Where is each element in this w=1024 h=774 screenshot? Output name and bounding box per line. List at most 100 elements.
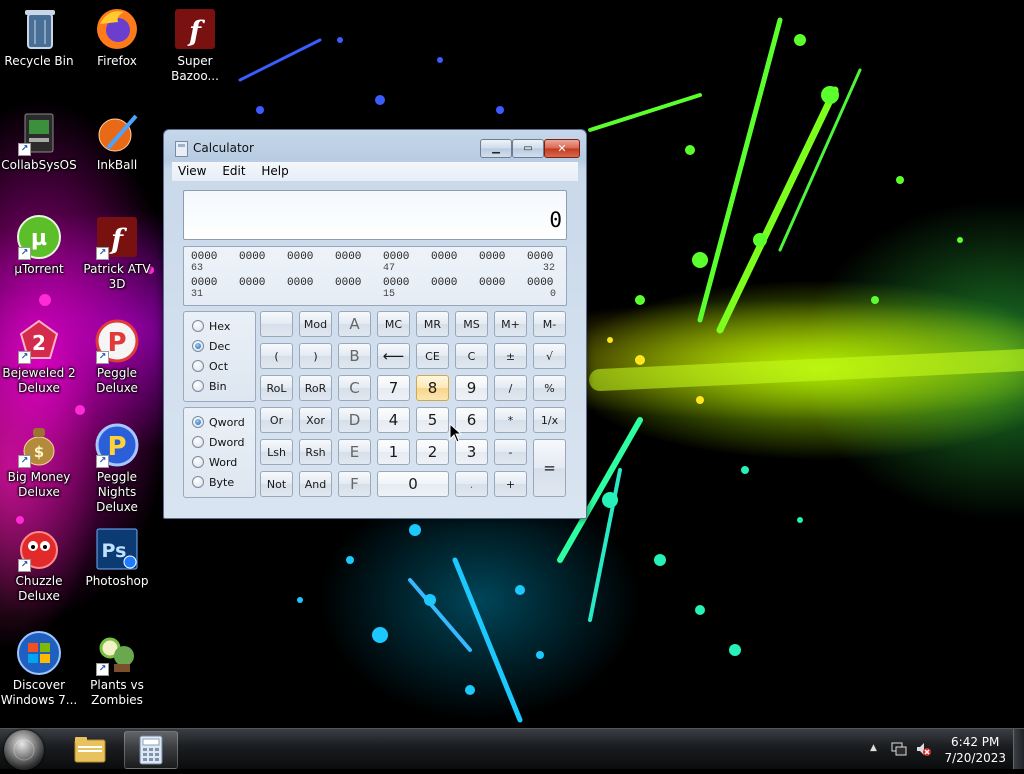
desktop-icon-chuzzle[interactable]: ↗ Chuzzle Deluxe	[0, 526, 78, 604]
bit-group[interactable]: 0000	[239, 251, 279, 263]
maximize-button[interactable]: ▭	[512, 139, 544, 158]
bit-group[interactable]: 0000	[527, 277, 567, 289]
bit-group[interactable]: 0000	[191, 251, 231, 263]
system-clock[interactable]: 6:42 PM 7/20/2023	[944, 734, 1006, 766]
decimal-key[interactable]: .	[455, 471, 488, 497]
reciprocal-key[interactable]: 1/x	[533, 407, 566, 433]
close-button[interactable]: ✕	[544, 139, 580, 158]
bit-group[interactable]: 0000	[431, 277, 471, 289]
left-paren-key[interactable]: (	[260, 343, 293, 369]
hex-e-key[interactable]: E	[338, 439, 371, 465]
radio-byte[interactable]: Byte	[192, 474, 234, 490]
desktop-icon-plants-vs-zombies[interactable]: ↗ Plants vs Zombies	[78, 630, 156, 708]
mod-key[interactable]: Mod	[299, 311, 332, 337]
bit-row-low: 0000 0000 0000 0000 0000 0000 0000 0000	[191, 277, 557, 289]
and-key[interactable]: And	[299, 471, 332, 497]
digit-9-key[interactable]: 9	[455, 375, 488, 401]
backspace-key[interactable]: ⟵	[377, 343, 410, 369]
right-shift-key[interactable]: Rsh	[299, 439, 332, 465]
add-key[interactable]: +	[494, 471, 527, 497]
desktop-icon-peggle[interactable]: P ↗ Peggle Deluxe	[78, 318, 156, 396]
desktop-icon-firefox[interactable]: Firefox	[78, 6, 156, 69]
desktop-icon-collabsysos[interactable]: ↗ CollabSysOS	[0, 110, 78, 173]
taskbar-calculator-button[interactable]	[124, 731, 178, 769]
divide-key[interactable]: /	[494, 375, 527, 401]
hex-a-key[interactable]: A	[338, 311, 371, 337]
or-key[interactable]: Or	[260, 407, 293, 433]
bit-group[interactable]: 0000	[239, 277, 279, 289]
memory-recall-key[interactable]: MR	[416, 311, 449, 337]
bit-group[interactable]: 0000	[287, 251, 327, 263]
desktop-icon-discover-windows[interactable]: Discover Windows 7...	[0, 630, 78, 708]
start-button[interactable]	[4, 730, 44, 770]
left-shift-key[interactable]: Lsh	[260, 439, 293, 465]
show-desktop-button[interactable]	[1013, 729, 1024, 769]
multiply-key[interactable]: *	[494, 407, 527, 433]
bit-group[interactable]: 0000	[527, 251, 567, 263]
digit-2-key[interactable]: 2	[416, 439, 449, 465]
bit-group[interactable]: 0000	[383, 277, 423, 289]
hex-f-key[interactable]: F	[338, 471, 371, 497]
desktop-icon-inkball[interactable]: InkBall	[78, 110, 156, 173]
rotate-left-key[interactable]: RoL	[260, 375, 293, 401]
bit-group[interactable]: 0000	[287, 277, 327, 289]
negate-key[interactable]: ±	[494, 343, 527, 369]
digit-7-key[interactable]: 7	[377, 375, 410, 401]
memory-subtract-key[interactable]: M-	[533, 311, 566, 337]
equals-key[interactable]: =	[533, 439, 566, 497]
hex-c-key[interactable]: C	[338, 375, 371, 401]
radio-word[interactable]: Word	[192, 454, 237, 470]
not-key[interactable]: Not	[260, 471, 293, 497]
digit-8-key[interactable]: 8	[416, 375, 449, 401]
rotate-right-key[interactable]: RoR	[299, 375, 332, 401]
memory-store-key[interactable]: MS	[455, 311, 488, 337]
bit-group[interactable]: 0000	[479, 277, 519, 289]
title-bar[interactable]: Calculator ▁ ▭ ✕	[164, 130, 586, 162]
bit-group[interactable]: 0000	[335, 277, 375, 289]
square-root-key[interactable]: √	[533, 343, 566, 369]
radio-dword[interactable]: Dword	[192, 434, 245, 450]
volume-muted-icon[interactable]	[915, 741, 931, 757]
subtract-key[interactable]: -	[494, 439, 527, 465]
memory-add-key[interactable]: M+	[494, 311, 527, 337]
xor-key[interactable]: Xor	[299, 407, 332, 433]
menu-view[interactable]: View	[172, 162, 212, 180]
bit-group[interactable]: 0000	[383, 251, 423, 263]
clear-entry-key[interactable]: CE	[416, 343, 449, 369]
clear-key[interactable]: C	[455, 343, 488, 369]
bit-group[interactable]: 0000	[431, 251, 471, 263]
digit-1-key[interactable]: 1	[377, 439, 410, 465]
bit-group[interactable]: 0000	[191, 277, 231, 289]
plants-vs-zombies-icon: ↗	[94, 630, 140, 676]
digit-4-key[interactable]: 4	[377, 407, 410, 433]
radio-dec[interactable]: Dec	[192, 338, 230, 354]
desktop-icon-utorrent[interactable]: µ ↗ µTorrent	[0, 214, 78, 277]
radio-hex[interactable]: Hex	[192, 318, 230, 334]
bit-group[interactable]: 0000	[335, 251, 375, 263]
menu-help[interactable]: Help	[255, 162, 294, 180]
desktop-icon-bejeweled-2[interactable]: 2 ↗ Bejeweled 2 Deluxe	[0, 318, 78, 396]
desktop-icon-big-money[interactable]: $ ↗ Big Money Deluxe	[0, 422, 78, 500]
radio-oct[interactable]: Oct	[192, 358, 228, 374]
taskbar-explorer-button[interactable]	[64, 731, 116, 767]
minimize-button[interactable]: ▁	[480, 139, 512, 158]
right-paren-key[interactable]: )	[299, 343, 332, 369]
percent-key[interactable]: %	[533, 375, 566, 401]
desktop-icon-recycle-bin[interactable]: Recycle Bin	[0, 6, 78, 69]
network-icon[interactable]	[891, 741, 907, 757]
digit-5-key[interactable]: 5	[416, 407, 449, 433]
memory-clear-key[interactable]: MC	[377, 311, 410, 337]
digit-0-key[interactable]: 0	[377, 471, 449, 497]
bit-group[interactable]: 0000	[479, 251, 519, 263]
hex-d-key[interactable]: D	[338, 407, 371, 433]
desktop-icon-photoshop[interactable]: Ps Photoshop	[78, 526, 156, 589]
show-hidden-icons-arrow[interactable]: ▲	[870, 743, 877, 753]
desktop-icon-peggle-nights[interactable]: P ↗ Peggle Nights Deluxe	[78, 422, 156, 515]
radio-bin[interactable]: Bin	[192, 378, 227, 394]
menu-edit[interactable]: Edit	[216, 162, 251, 180]
photoshop-icon: Ps	[94, 526, 140, 572]
radio-qword[interactable]: Qword	[192, 414, 245, 430]
hex-b-key[interactable]: B	[338, 343, 371, 369]
desktop-icon-patrick-atv[interactable]: f ↗ Patrick ATV 3D	[78, 214, 156, 292]
desktop-icon-super-bazooka[interactable]: f Super Bazoo...	[156, 6, 234, 84]
